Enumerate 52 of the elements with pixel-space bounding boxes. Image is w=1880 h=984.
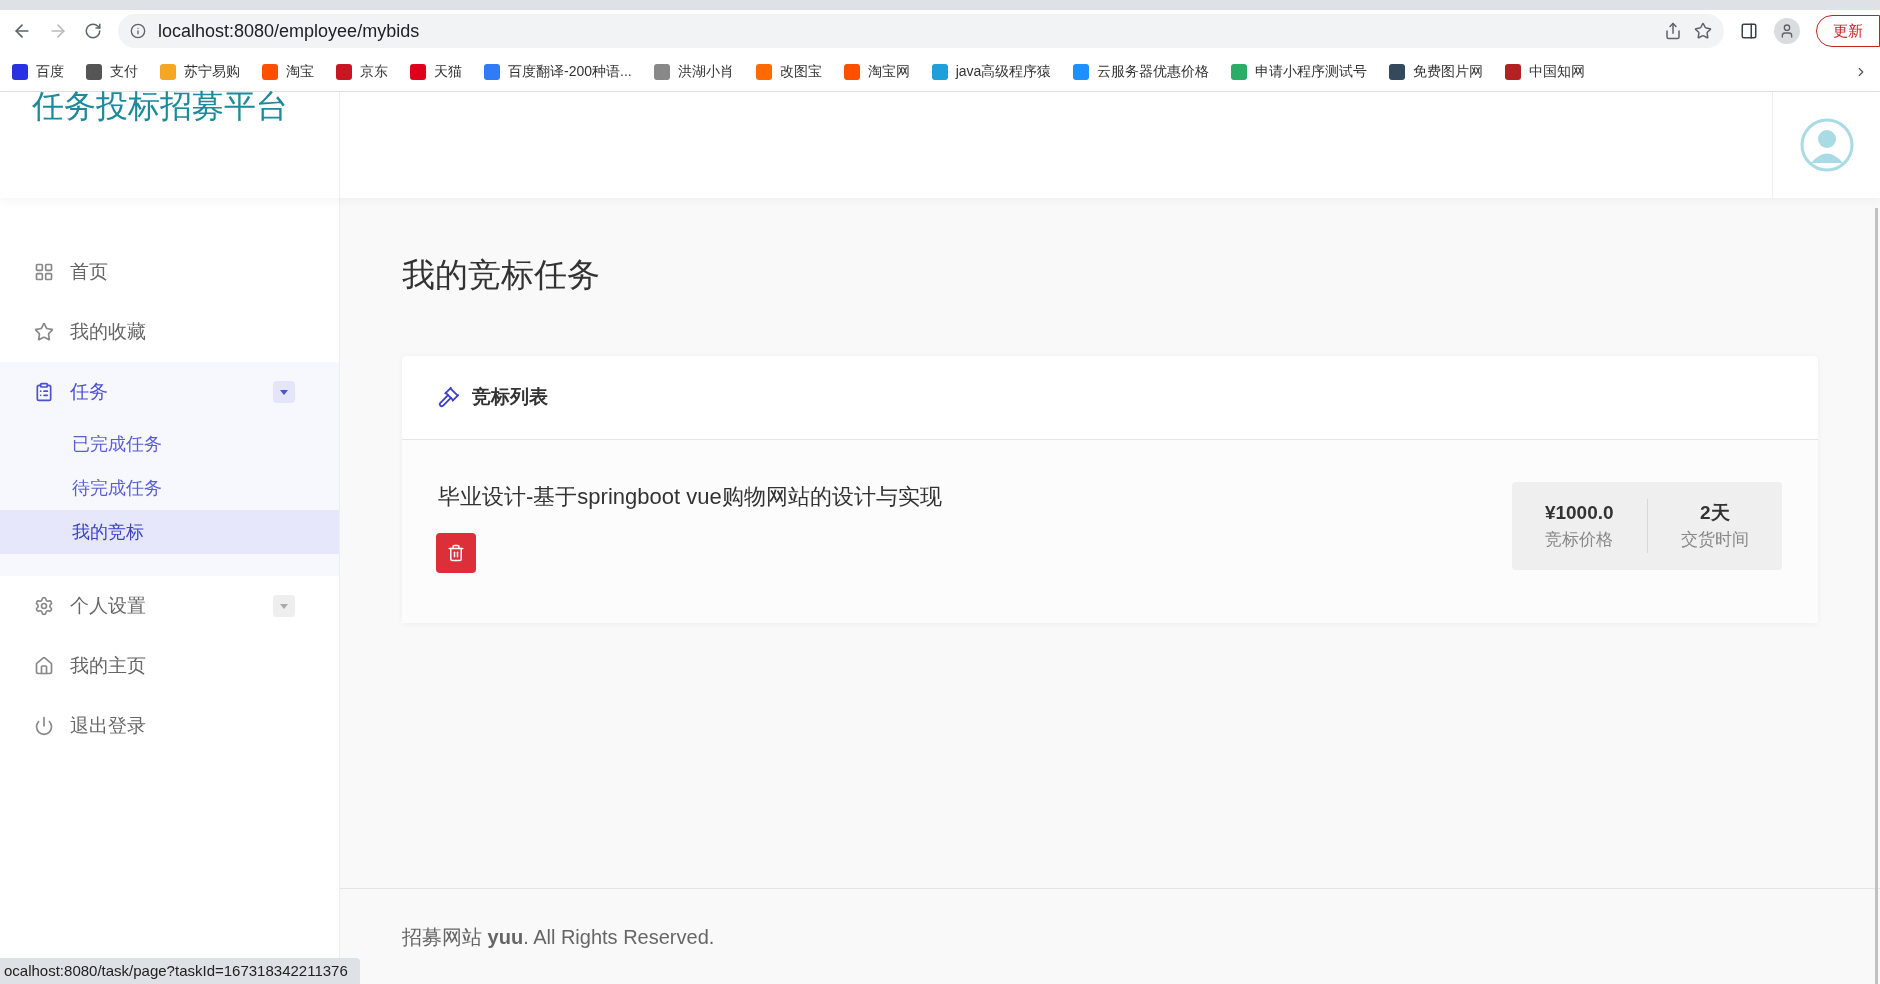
submenu-item[interactable]: 已完成任务 (0, 422, 339, 466)
bookmark-link[interactable]: 支付 (110, 61, 138, 82)
url-text: localhost:8080/employee/mybids (158, 19, 420, 43)
bookmark-star-icon[interactable] (1694, 22, 1712, 40)
bookmark-link[interactable]: 洪湖小肖 (677, 61, 734, 82)
site-logo[interactable]: 任务投标招募平台 (32, 88, 307, 124)
status-url: ocalhost:8080/task/page?taskId=167318342211376 (0, 958, 360, 984)
menu-item[interactable]: 我的收藏 (0, 302, 339, 362)
menu-item[interactable]: 退出登录 (0, 696, 339, 756)
bookmark-link[interactable]: java高级程序猿 (955, 61, 1052, 82)
bid-price: ¥1000.0 (1544, 500, 1614, 525)
delivery-days: 2天 (1699, 498, 1730, 527)
info-icon (130, 23, 146, 39)
price-label: 竞标价格 (1545, 529, 1614, 551)
menu-item[interactable]: 个人设置 (0, 576, 339, 636)
menu-item[interactable]: 首页 (0, 242, 339, 302)
task-title[interactable]: 毕业设计-基于springboot vue购物网站的设计与实现 (438, 479, 942, 513)
page-title: 我的竞标任务 (402, 255, 601, 295)
power-icon (34, 716, 54, 736)
settings-icon (34, 596, 54, 616)
submenu-item[interactable]: 待完成任务 (0, 466, 339, 510)
bookmark-link[interactable]: 百度 (36, 61, 64, 82)
gavel-icon (438, 386, 460, 408)
address-bar[interactable]: localhost:8080/employee/mybids (118, 14, 1724, 48)
delete-button[interactable] (436, 532, 476, 573)
menu-item[interactable]: 任务 (0, 362, 339, 422)
bookmark-link[interactable]: 中国知网 (1529, 61, 1586, 82)
bookmark-link[interactable]: 百度翻译-200种语... (508, 61, 632, 82)
star-icon (34, 322, 54, 342)
days-label: 交货时间 (1680, 529, 1749, 551)
bookmark-link[interactable]: 京东 (360, 61, 388, 82)
bookmark-link[interactable]: 淘宝 (286, 61, 314, 82)
bookmark-link[interactable]: 苏宁易购 (184, 61, 240, 82)
caret-icon[interactable] (273, 381, 295, 403)
bookmark-link[interactable]: 云服务器优惠价格 (1097, 61, 1210, 82)
clipboard-icon (34, 382, 54, 402)
profile-icon[interactable] (1774, 18, 1800, 44)
side-panel-icon[interactable] (1740, 22, 1758, 40)
menu-item[interactable]: 我的主页 (0, 636, 339, 696)
bookmark-link[interactable]: 淘宝网 (867, 61, 910, 82)
card-title: 竞标列表 (472, 384, 548, 409)
bookmark-link[interactable]: 天猫 (434, 61, 462, 82)
trash-icon (447, 543, 465, 562)
reload-icon[interactable] (84, 22, 102, 40)
submenu-item[interactable]: 我的竞标 (0, 510, 339, 554)
share-icon[interactable] (1664, 22, 1682, 40)
grid-icon (34, 262, 54, 282)
bookmark-link[interactable]: 免费图片网 (1413, 61, 1484, 82)
bookmark-link[interactable]: 改图宝 (779, 61, 822, 82)
footer-text: 招募网站 yuu. All Rights Reserved. (402, 924, 715, 950)
bookmark-link[interactable]: 申请小程序测试号 (1255, 61, 1368, 82)
home-icon (34, 656, 54, 676)
